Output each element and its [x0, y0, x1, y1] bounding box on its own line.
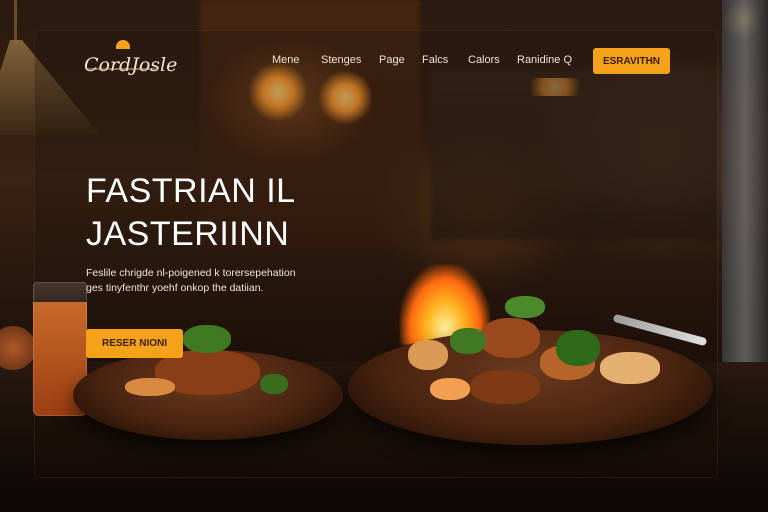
- carrot: [430, 378, 470, 400]
- nav-item-page[interactable]: Page: [379, 54, 405, 66]
- potato: [125, 378, 175, 396]
- herb-garnish: [450, 328, 486, 354]
- nav-item-falcs[interactable]: Falcs: [422, 54, 448, 66]
- hero-desc-line1: Feslile chrigde nl-poigened k torersepeh…: [86, 267, 296, 279]
- hero-title: FASTRIAN IL JASTERIINN: [86, 170, 296, 256]
- herb-garnish: [183, 325, 231, 353]
- hero-title-line2: JASTERIINN: [86, 215, 290, 253]
- brand-logo[interactable]: CordJosle: [84, 40, 178, 76]
- food-piece: [600, 352, 660, 384]
- hero-reserve-button[interactable]: RESER NIONI: [86, 329, 183, 358]
- nav-item-calors[interactable]: Calors: [468, 54, 500, 66]
- brand-name: CordJosle: [84, 54, 178, 76]
- broccoli: [260, 374, 288, 394]
- broccoli: [556, 330, 600, 366]
- cloche-icon: [116, 40, 130, 49]
- hero-title-line1: FASTRIAN IL: [86, 172, 296, 210]
- logo-underline: [86, 68, 156, 70]
- nav-item-stenges[interactable]: Stenges: [321, 54, 361, 66]
- hero-desc-line2: ges tinyfenthr yoehf onkop the datiian.: [86, 282, 264, 294]
- nav-item-ranidine[interactable]: Ranidine Q: [517, 54, 572, 66]
- meat-piece: [470, 370, 540, 404]
- meat-piece: [480, 318, 540, 358]
- food-piece: [408, 340, 448, 370]
- hero-description: Feslile chrigde nl-poigened k torersepeh…: [86, 266, 346, 296]
- reserve-button[interactable]: ESRAVITHN: [593, 48, 670, 74]
- nav-item-mene[interactable]: Mene: [272, 54, 300, 66]
- herb-garnish: [505, 296, 545, 318]
